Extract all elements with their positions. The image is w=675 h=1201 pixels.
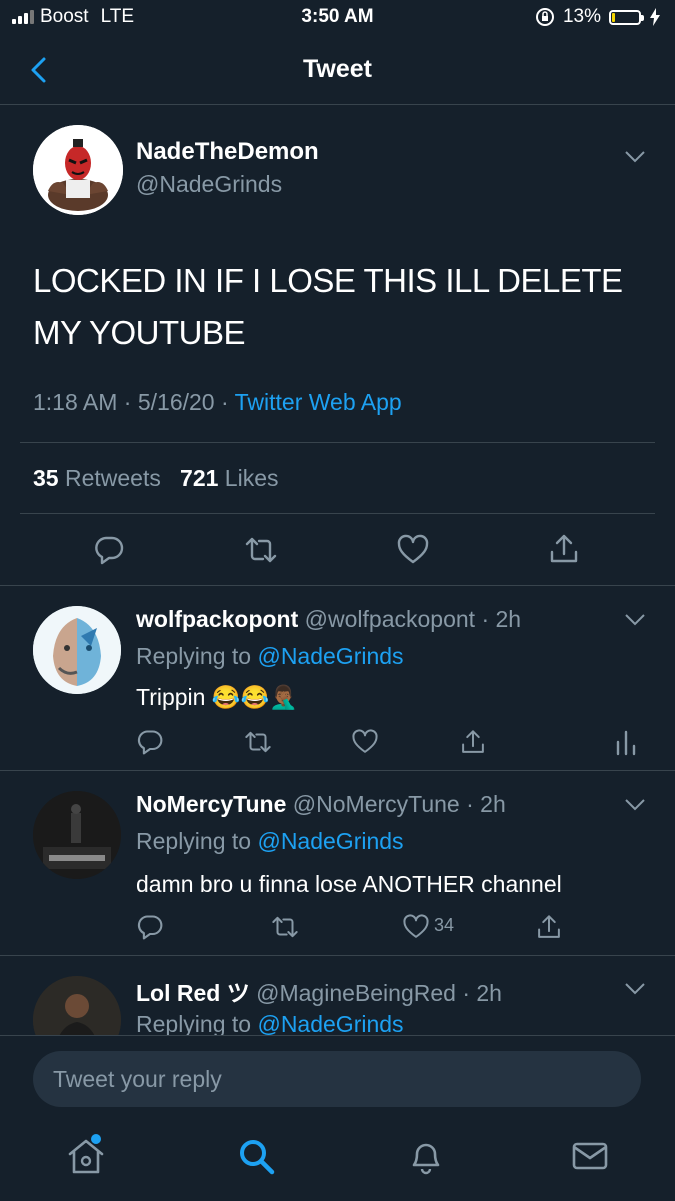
reply-time: · 2h — [459, 791, 506, 817]
replying-to: Replying to @NadeGrinds — [136, 643, 404, 670]
replying-to: Replying to @NadeGrinds — [136, 1011, 404, 1035]
tweet-source-link[interactable]: Twitter Web App — [235, 389, 402, 415]
share-icon[interactable] — [547, 532, 581, 566]
retweet-icon[interactable] — [270, 913, 300, 941]
chevron-down-icon[interactable] — [624, 798, 646, 812]
reply-actions — [136, 728, 656, 758]
retweets-count: 35 — [33, 465, 59, 491]
like-icon[interactable] — [351, 728, 379, 756]
reply-time-value: 2h — [480, 791, 506, 817]
reply-actions: 34 — [136, 913, 656, 943]
like-icon[interactable] — [396, 534, 430, 566]
reply-time-value: 2h — [476, 980, 502, 1006]
avatar[interactable] — [33, 606, 121, 694]
chevron-down-icon[interactable] — [624, 982, 646, 996]
reply-author-name[interactable]: Lol Red ツ — [136, 980, 250, 1006]
reply-tweet[interactable]: NoMercyTune @NoMercyTune · 2h Replying t… — [0, 771, 675, 955]
chevron-down-icon[interactable] — [624, 613, 646, 627]
avatar[interactable] — [33, 791, 121, 879]
chevron-down-icon[interactable] — [624, 150, 646, 164]
share-icon[interactable] — [535, 913, 563, 941]
likes-count: 721 — [180, 465, 219, 491]
replying-label: Replying to — [136, 643, 252, 669]
retweet-icon[interactable] — [243, 534, 279, 566]
likes-stat[interactable]: 721 Likes — [180, 465, 278, 491]
replying-to-link[interactable]: @NadeGrinds — [257, 643, 403, 669]
like-icon[interactable] — [402, 913, 430, 941]
avatar-image — [33, 606, 121, 694]
reply-icon[interactable] — [93, 534, 125, 566]
status-bar: Boost LTE 3:50 AM 13% — [0, 0, 675, 36]
battery-level — [612, 12, 615, 22]
like-count: 34 — [434, 915, 455, 935]
reply-icon[interactable] — [136, 913, 164, 941]
replying-to-link[interactable]: @NadeGrinds — [257, 828, 403, 854]
page-title: Tweet — [303, 55, 372, 83]
reply-tweet[interactable]: wolfpackopont @wolfpackopont · 2h Replyi… — [0, 586, 675, 770]
reply-time: · 2h — [455, 980, 502, 1006]
meta-separator: · — [123, 389, 132, 415]
battery-icon — [609, 9, 644, 25]
share-icon[interactable] — [459, 728, 487, 756]
tweet-time: 1:18 AM — [33, 389, 118, 415]
reply-header: Lol Red ツ @MagineBeingRed · 2h — [136, 974, 502, 1008]
reply-author-handle[interactable]: @MagineBeingRed — [256, 980, 456, 1006]
battery-percent: 13% — [562, 6, 601, 27]
avatar-image — [33, 125, 123, 215]
status-right: 13% — [535, 6, 661, 28]
bell-icon[interactable] — [404, 1134, 448, 1178]
likes-label: Likes — [224, 465, 279, 491]
tweet-meta: 1:18 AM · 5/16/20 · Twitter Web App — [33, 389, 402, 416]
reply-input[interactable] — [33, 1051, 641, 1107]
retweets-label: Retweets — [64, 465, 161, 491]
tab-bar — [0, 1134, 675, 1194]
tweet-actions — [0, 530, 675, 580]
reply-composer — [0, 1035, 675, 1201]
divider — [20, 513, 655, 514]
meta-separator: · — [220, 389, 229, 415]
reply-time: · 2h — [475, 606, 522, 632]
reply-author-name[interactable]: NoMercyTune — [136, 791, 286, 817]
tweet-date: 5/16/20 — [137, 389, 215, 415]
avatar-image — [33, 976, 121, 1035]
tweet-text: LOCKED IN IF I LOSE THIS ILL DELETE MY Y… — [33, 262, 623, 351]
replying-to-link[interactable]: @NadeGrinds — [257, 1011, 403, 1035]
reply-icon[interactable] — [136, 728, 164, 756]
avatar-image — [33, 791, 121, 879]
tweet-stats: 35 Retweets 721 Likes — [33, 465, 279, 492]
retweets-stat[interactable]: 35 Retweets — [33, 465, 161, 491]
reply-author-handle[interactable]: @wolfpackopont — [305, 606, 475, 632]
reply-header: wolfpackopont @wolfpackopont · 2h — [136, 606, 521, 633]
author-name[interactable]: NadeTheDemon — [136, 138, 319, 166]
reply-text: Trippin 😂😂🤦🏾‍♂️ — [136, 684, 298, 710]
avatar[interactable] — [33, 976, 121, 1035]
divider — [20, 442, 655, 443]
home-icon[interactable] — [64, 1134, 108, 1178]
reply-tweet[interactable]: Lol Red ツ @MagineBeingRed · 2h Replying … — [0, 956, 675, 1035]
author-handle[interactable]: @NadeGrinds — [136, 171, 282, 198]
replying-to: Replying to @NadeGrinds — [136, 828, 404, 855]
charging-bolt-icon — [650, 8, 660, 26]
notification-dot — [91, 1134, 101, 1144]
search-icon[interactable] — [234, 1134, 278, 1178]
reply-time-value: 2h — [495, 606, 522, 632]
nav-bar: Tweet — [0, 36, 675, 105]
reply-text: damn bro u finna lose ANOTHER channel — [136, 871, 562, 897]
mail-icon[interactable] — [568, 1134, 612, 1178]
replying-label: Replying to — [136, 1011, 252, 1035]
avatar[interactable] — [33, 125, 123, 215]
retweet-icon[interactable] — [243, 728, 273, 756]
analytics-icon[interactable] — [614, 728, 638, 756]
reply-author-name[interactable]: wolfpackopont — [136, 606, 298, 632]
reply-header: NoMercyTune @NoMercyTune · 2h — [136, 791, 506, 818]
replying-label: Replying to — [136, 828, 252, 854]
orientation-lock-icon — [535, 8, 554, 26]
reply-author-handle[interactable]: @NoMercyTune — [293, 791, 460, 817]
